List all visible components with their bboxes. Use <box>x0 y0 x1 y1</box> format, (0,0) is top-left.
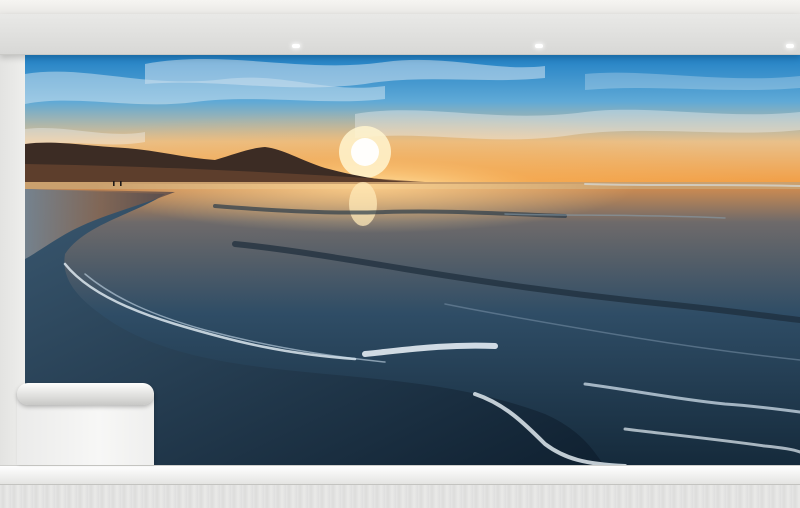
sun-reflection-streak <box>349 182 377 226</box>
ceiling-spotlight <box>786 44 794 48</box>
wallpaper-roll <box>17 383 154 465</box>
wallpaper-roll-cylinder <box>17 383 154 405</box>
ceiling-soffit <box>0 14 800 55</box>
floor <box>0 484 800 508</box>
baseboard <box>0 465 800 485</box>
ceiling <box>0 0 800 14</box>
room-scene <box>0 0 800 508</box>
ceiling-spotlight <box>535 44 543 48</box>
ceiling-spotlight <box>292 44 300 48</box>
sun-core <box>351 138 379 166</box>
